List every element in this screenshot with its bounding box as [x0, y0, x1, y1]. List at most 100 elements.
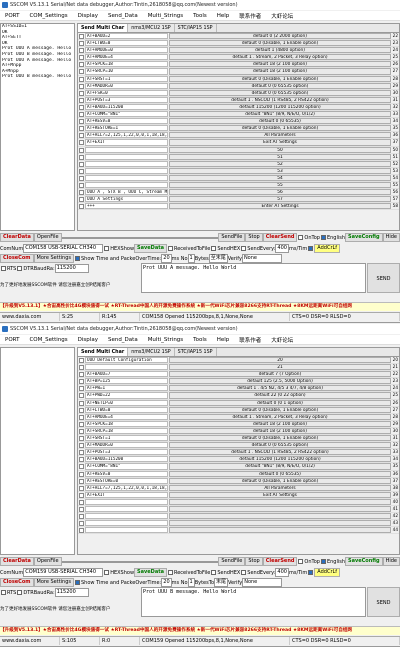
receive-area[interactable]	[0, 347, 75, 555]
row-send-button[interactable]: Exit AT Settings	[169, 491, 391, 498]
row-hex-checkbox[interactable]	[79, 182, 84, 188]
website-link[interactable]: www.daxia.com	[0, 313, 60, 321]
port-select[interactable]: COM159 USB-SERIAL CH340	[23, 568, 104, 577]
row-string-input[interactable]: AT+BAUD=2	[85, 33, 168, 40]
send-hex-checkbox[interactable]	[211, 570, 217, 575]
save-data-button[interactable]: SaveData	[134, 568, 167, 577]
row-hex-checkbox[interactable]	[79, 90, 84, 96]
menu-forum[interactable]: 大虾论坛	[266, 336, 298, 344]
row-send-button[interactable]: 54	[169, 174, 391, 181]
menu-multi-strings[interactable]: Multi_Strings	[143, 337, 188, 343]
row-delay-value[interactable]: 51	[391, 154, 399, 160]
row-string-input[interactable]: AT+MADDR=0	[85, 82, 168, 89]
row-send-button[interactable]: Exit AT Settings	[169, 139, 391, 146]
row-send-button[interactable]: 55	[169, 181, 391, 189]
menu-display[interactable]: Display	[73, 337, 103, 343]
file-path-input[interactable]	[61, 560, 219, 563]
row-send-button[interactable]: 50	[169, 146, 391, 153]
clear-send-button[interactable]: ClearSend	[262, 233, 298, 242]
row-delay-value[interactable]: 30	[391, 428, 399, 434]
row-send-button[interactable]: default 7 (7 Option)	[169, 371, 391, 378]
row-hex-checkbox[interactable]	[79, 471, 84, 477]
row-string-input[interactable]: AT+SRCP=18	[85, 427, 168, 435]
row-hex-checkbox[interactable]	[79, 499, 84, 505]
menu-send-data[interactable]: Send_Data	[103, 13, 143, 19]
row-string-input[interactable]: AT+MADDR=0	[85, 442, 168, 449]
row-send-button[interactable]: default 0 (2 2000 option)	[169, 33, 391, 40]
row-hex-checkbox[interactable]	[79, 521, 84, 527]
row-delay-value[interactable]: 23	[391, 40, 399, 46]
row-send-button[interactable]: default 0 (Disable, 1 Enable option)	[169, 406, 391, 413]
row-send-button[interactable]: 52	[169, 160, 391, 167]
row-send-button[interactable]: default 1 . Stream, 2 Packet, 3 Relay op…	[169, 413, 391, 420]
send-button[interactable]: SEND	[367, 263, 400, 293]
send-every-input[interactable]: 400	[275, 244, 289, 253]
row-hex-checkbox[interactable]	[79, 436, 84, 442]
menu-send-data[interactable]: Send_Data	[103, 337, 143, 343]
row-hex-checkbox[interactable]	[79, 190, 84, 196]
row-delay-value[interactable]: 24	[391, 385, 399, 391]
row-string-input[interactable]: AT+BAUD=115200	[85, 456, 168, 463]
row-string-input[interactable]: AT+COMM="8N1"	[85, 111, 168, 118]
row-send-button[interactable]: 57	[169, 196, 391, 203]
row-string-input[interactable]: UUU Default Configuration	[85, 357, 168, 364]
row-send-button[interactable]	[169, 513, 391, 520]
row-send-button[interactable]: default 18 (2 100 option)	[169, 68, 391, 75]
row-string-input[interactable]: AT+LTWD=0	[85, 40, 168, 47]
clear-data-button[interactable]: ClearData	[0, 557, 34, 566]
add-crlf-checkbox[interactable]	[308, 570, 314, 575]
row-hex-checkbox[interactable]	[79, 41, 84, 47]
row-string-input[interactable]: AT+RESV=0	[85, 470, 168, 477]
row-hex-checkbox[interactable]	[79, 365, 84, 371]
row-hex-checkbox[interactable]	[79, 168, 84, 174]
row-string-input[interactable]: AT+RESTORE=0	[85, 477, 168, 484]
bytes-input[interactable]: 1	[187, 578, 195, 587]
row-delay-value[interactable]: 57	[391, 196, 399, 202]
dtr-checkbox[interactable]	[17, 590, 23, 595]
row-delay-value[interactable]: 30	[391, 90, 399, 96]
row-string-input[interactable]	[85, 513, 168, 520]
row-hex-checkbox[interactable]	[79, 161, 84, 167]
row-hex-checkbox[interactable]	[79, 34, 84, 39]
row-send-button[interactable]: default 1 . NSCOD (1 RS485, 2 RS422 opti…	[169, 96, 391, 103]
row-string-input[interactable]	[85, 167, 168, 174]
row-string-input[interactable]: AT+AMODE=4	[85, 413, 168, 420]
menu-forum[interactable]: 大虾论坛	[266, 12, 298, 20]
add-crlf-checkbox[interactable]	[308, 246, 314, 251]
row-hex-checkbox[interactable]	[79, 48, 84, 54]
clear-send-button[interactable]: ClearSend	[262, 557, 298, 566]
row-string-input[interactable]: AT+FSR=0	[85, 89, 168, 96]
row-delay-value[interactable]: 29	[391, 83, 399, 89]
verify-select[interactable]: None	[242, 578, 283, 587]
port-select[interactable]: COM158 USB-SERIAL CH340	[23, 244, 104, 253]
row-hex-checkbox[interactable]	[79, 414, 84, 420]
row-send-button[interactable]: default 125 (2.5, 5000 Option)	[169, 378, 391, 385]
row-delay-value[interactable]: 34	[391, 456, 399, 462]
row-string-input[interactable]: AT+SRST=1	[85, 75, 168, 82]
row-send-button[interactable]: 53	[169, 167, 391, 174]
row-delay-value[interactable]: 26	[391, 400, 399, 406]
rts-checkbox[interactable]	[1, 266, 6, 271]
row-delay-value[interactable]: 25	[391, 54, 399, 60]
baud-select[interactable]: 115200	[54, 264, 89, 273]
row-hex-checkbox[interactable]	[79, 528, 84, 534]
row-delay-value[interactable]: 42	[391, 513, 399, 519]
row-hex-checkbox[interactable]	[79, 492, 84, 498]
row-delay-value[interactable]: 35	[391, 125, 399, 131]
row-delay-value[interactable]: 34	[391, 118, 399, 124]
row-send-button[interactable]: default 1 . 4/5 N2, 4/5 3 4/7, 4/8 optio…	[169, 385, 391, 392]
more-settings-button[interactable]: More Settings	[33, 578, 74, 587]
row-send-button[interactable]: default 115200 (1200 115200 option)	[169, 103, 391, 111]
website-link[interactable]: www.daxia.com	[0, 637, 60, 645]
row-string-input[interactable]: UUU A , STX B , UUU C, Stream Mode Test	[85, 189, 168, 196]
row-string-input[interactable]	[85, 160, 168, 167]
send-text-input[interactable]: Prot UUU B message. Hello World	[141, 587, 366, 617]
row-hex-checkbox[interactable]	[79, 407, 84, 413]
row-string-input[interactable]	[85, 153, 168, 160]
row-send-button[interactable]: default 1 . NSCOD (1 RS485, 2 RS422 opti…	[169, 449, 391, 456]
row-string-input[interactable]: AT+LTWD=0	[85, 406, 168, 413]
tab-send-multi-char[interactable]: Send Multi Char	[78, 24, 129, 32]
stop-button[interactable]: Stop	[245, 233, 263, 242]
row-send-button[interactable]: default 0 (0 1 option)	[169, 399, 391, 406]
menu-com-settings[interactable]: COM_Settings	[24, 337, 72, 343]
